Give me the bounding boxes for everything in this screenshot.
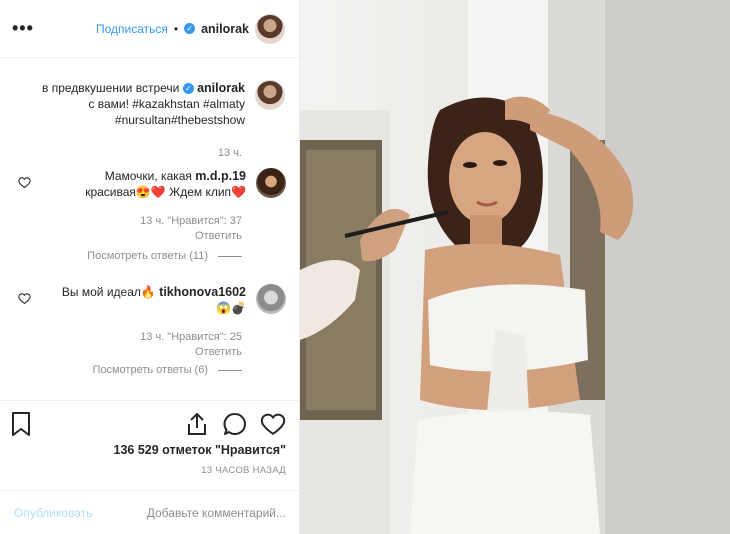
comment-username[interactable]: tikhonova1602 [159,285,246,299]
comment-meta: 13 ч. "Нравится": 37 Ответить [140,214,242,244]
right-action-icons [184,411,286,437]
comment-avatar[interactable] [256,168,286,198]
share-icon[interactable] [184,411,210,437]
comment-time-likes: 13 ч. "Нравится": 25 [140,331,242,343]
more-options-button[interactable]: ••• [12,18,34,39]
comment-line: красивая😍❤️ Ждем клип❤️ [85,185,246,199]
caption: в предвкушении встречи ✓ anilorak с вами… [20,80,285,128]
caption-line-1: с вами! #kazakhstan #almaty [88,97,245,111]
post-photo [300,0,730,534]
comment-avatar[interactable] [256,284,286,314]
follow-button[interactable]: Подписаться [96,22,168,36]
reply-button[interactable]: Ответить [140,345,242,360]
caption-text: в предвкушении встречи ✓ anilorak с вами… [42,80,245,128]
comment-icon[interactable] [222,411,248,437]
photo-illustration [300,0,730,534]
header-username[interactable]: anilorak [201,22,249,36]
separator-dot: • [173,21,179,36]
likes-count[interactable]: 136 529 отметок "Нравится" [114,443,287,457]
header-user: Подписаться • ✓ anilorak [96,13,285,44]
action-row [10,411,286,439]
view-replies-label[interactable]: Посмотреть ответы (6) [92,364,208,376]
post-header: ••• Подписаться • ✓ anilorak [0,0,299,58]
comment-body: Мамочки, какая m.d.p.19 красивая😍❤️ Ждем… [31,168,256,200]
caption-line-0: в предвкушении встречи [42,81,180,95]
publish-button[interactable]: Опубликовать [14,506,92,520]
comment-line: Вы мой идеал🔥 [61,285,156,299]
comment-username[interactable]: m.d.p.19 [195,169,246,183]
comment-line: Мамочки, какая [104,169,192,183]
heart-icon[interactable] [18,292,31,305]
comment-item: Вы мой идеал🔥 tikhonova1602 😱💣 [18,284,286,316]
comment-time-likes: 13 ч. "Нравится": 37 [140,215,242,227]
reply-button[interactable]: Ответить [140,229,242,244]
view-replies-label[interactable]: Посмотреть ответы (11) [87,250,208,262]
caption-avatar[interactable] [255,80,285,110]
comment-line: 😱💣 [216,301,246,315]
comment-body: Вы мой идеал🔥 tikhonova1602 😱💣 [31,284,256,316]
verified-icon: ✓ [182,83,194,95]
caption-line-2: #nursultan#thebestshow [114,113,245,127]
verified-icon: ✓ [184,23,196,34]
comment-input[interactable]: Добавьте комментарий... [147,506,286,520]
add-comment-bar: Опубликовать Добавьте комментарий... [0,490,300,534]
post-actions: 136 529 отметок "Нравится" 13 ЧАСОВ НАЗА… [0,400,300,490]
heart-icon[interactable] [18,176,31,189]
replies-line [218,255,242,257]
view-replies[interactable]: Посмотреть ответы (11) [87,250,242,262]
header-avatar[interactable] [255,13,285,44]
comments-panel: ••• Подписаться • ✓ anilorak в предвкуше… [0,0,300,534]
replies-line [218,369,242,371]
heart-icon[interactable] [260,411,286,437]
bookmark-icon[interactable] [10,411,32,437]
comment-item: Мамочки, какая m.d.p.19 красивая😍❤️ Ждем… [18,168,286,200]
post-time: 13 ЧАСОВ НАЗАД [201,465,286,476]
view-replies[interactable]: Посмотреть ответы (6) [92,364,242,376]
caption-username[interactable]: anilorak [197,81,245,95]
caption-time: 13 ч. [217,147,242,159]
comment-meta: 13 ч. "Нравится": 25 Ответить [140,330,242,360]
